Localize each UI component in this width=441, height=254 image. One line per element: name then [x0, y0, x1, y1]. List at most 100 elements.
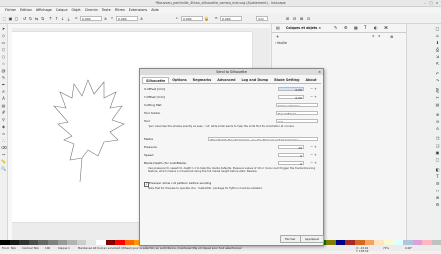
menu-extensions[interactable]: Extensions — [129, 7, 147, 13]
unit-select[interactable]: mm — [256, 16, 268, 21]
scale-corners-icon[interactable]: ⊟ — [292, 16, 297, 21]
zoom-value[interactable]: 71% — [383, 245, 389, 251]
zoom-drawing-icon[interactable]: ⊖ — [435, 119, 440, 124]
menu-texte[interactable]: Texte — [102, 7, 111, 13]
yoffset-input[interactable]: 0.00 — [278, 94, 304, 100]
apply-button[interactable]: Appliquer — [300, 235, 325, 243]
layer-row[interactable]: › feuille — [275, 41, 403, 46]
measure-tool-icon[interactable]: 📏 — [1, 159, 6, 164]
zoom-tool-icon[interactable]: 🔍 — [1, 166, 6, 171]
zoom-selection-icon[interactable]: ⊕ — [435, 112, 440, 117]
stroke-value[interactable]: N/A — [34, 245, 39, 251]
delete-layer-icon[interactable]: ⊗ — [390, 34, 393, 39]
x-input[interactable]: 0.000 — [80, 16, 102, 21]
layer-down-icon[interactable]: ∨ — [378, 34, 381, 38]
paint-bucket-icon[interactable]: ◈ — [1, 124, 6, 129]
redo-icon[interactable]: ↷ — [435, 78, 440, 83]
menu-chemin[interactable]: Chemin — [85, 7, 98, 13]
close-icon[interactable]: × — [435, 1, 439, 5]
menu-affichage[interactable]: Affichage — [36, 7, 52, 13]
align-tab-icon[interactable]: ▦ — [354, 25, 358, 30]
pen-tool-icon[interactable]: ✒ — [1, 82, 6, 87]
xoffset-input[interactable]: 0.00 — [278, 86, 304, 92]
speed-stepper[interactable]: −+ — [310, 152, 318, 158]
menu-filtres[interactable]: Filtres — [115, 7, 125, 13]
dropper-tool-icon[interactable]: ⚲ — [1, 117, 6, 122]
opacity-value[interactable]: 100 — [45, 245, 50, 251]
tool-select[interactable]: Cut — [276, 118, 318, 123]
pencil-tool-icon[interactable]: ✎ — [1, 75, 6, 80]
rotate-ccw-icon[interactable]: ↺ — [22, 16, 27, 21]
dialog-close-icon[interactable]: × — [318, 70, 321, 74]
maximize-icon[interactable]: □ — [429, 1, 433, 5]
speed-input[interactable]: 0 — [278, 152, 304, 158]
save-icon[interactable]: ⬇ — [435, 40, 440, 45]
yoffset-stepper[interactable]: −+ — [310, 94, 318, 100]
zoom-page-icon[interactable]: ⊙ — [435, 126, 440, 131]
blade-depth-stepper[interactable]: −+ — [310, 160, 318, 166]
panel-menu-icon[interactable]: ▤ — [276, 25, 280, 30]
raise-top-icon[interactable]: ⤒ — [48, 16, 53, 21]
layers-icon[interactable]: ☰ — [435, 181, 440, 186]
lower-bottom-icon[interactable]: ⤓ — [66, 16, 71, 21]
menu-edition[interactable]: Édition — [20, 7, 32, 13]
rotation-value[interactable]: 0.00° — [405, 245, 412, 251]
mesh-tool-icon[interactable]: # — [1, 110, 6, 115]
clone-icon[interactable]: ❏ — [435, 143, 440, 148]
undo-icon[interactable]: ↶ — [435, 71, 440, 76]
layer-indicator[interactable]: Calque 1 — [58, 245, 70, 251]
lower-icon[interactable]: ↓ — [60, 16, 65, 21]
transform-tab-icon[interactable]: ⚙ — [344, 25, 348, 30]
copy-icon[interactable]: ⎘ — [435, 88, 440, 93]
y-stepper[interactable]: ± — [139, 16, 144, 21]
w-input[interactable]: 0.000 — [181, 16, 203, 21]
print-icon[interactable]: ⎙ — [435, 47, 440, 52]
tool-holder-select[interactable]: Tool (left tool) — [276, 110, 318, 115]
menu-fichier[interactable]: Fichier — [5, 7, 16, 13]
rectangle-tool-icon[interactable]: ▭ — [1, 40, 6, 45]
fill-stroke-icon[interactable]: ◧ — [435, 167, 440, 172]
close-button[interactable]: Fermer — [280, 235, 301, 243]
symbols-tab-icon[interactable]: ◐ — [374, 25, 378, 30]
node-tool-icon[interactable]: ◇ — [1, 33, 6, 38]
menu-objet[interactable]: Objet — [72, 7, 81, 13]
select-all-icon[interactable]: ⬚ — [2, 16, 7, 21]
select-all-layers-icon[interactable]: ▣ — [8, 16, 13, 21]
move-patterns-icon[interactable]: ⊡ — [306, 16, 311, 21]
media-select[interactable]: (Pen) Sketch Pen (All Cameo), use also P… — [208, 136, 318, 141]
lock-ratio-icon[interactable]: 🔒 — [204, 16, 209, 21]
menu-aide[interactable]: Aide — [151, 7, 159, 13]
paste-icon[interactable]: ▤ — [435, 102, 440, 107]
layer-up-icon[interactable]: ∧ — [372, 34, 375, 38]
text-tool-icon[interactable]: A — [1, 96, 6, 101]
text-tab-icon[interactable]: T — [364, 25, 366, 30]
raise-icon[interactable]: ↑ — [54, 16, 59, 21]
new-doc-icon[interactable]: □ — [435, 26, 440, 31]
tab-layers-objects[interactable]: Calques et objets × — [286, 26, 321, 30]
minimize-icon[interactable]: – — [423, 1, 427, 5]
3d-box-tool-icon[interactable]: ⬡ — [1, 47, 6, 52]
add-layer-icon[interactable]: + — [276, 34, 279, 39]
xml-tab-icon[interactable]: ⌘ — [384, 25, 388, 30]
duplicate-icon[interactable]: ❐ — [435, 136, 440, 141]
spray-tool-icon[interactable]: ∴ — [1, 138, 6, 143]
flip-vertical-icon[interactable]: ⇅ — [40, 16, 45, 21]
pressure-input[interactable]: 10 — [278, 144, 304, 150]
group-icon[interactable]: ▣ — [435, 150, 440, 155]
xml-editor-icon[interactable]: ‹› — [435, 188, 440, 193]
cut-icon[interactable]: ✂ — [435, 95, 440, 100]
gradient-tool-icon[interactable]: ▤ — [1, 103, 6, 108]
y-input[interactable]: 0.000 — [116, 16, 138, 21]
align-distribute-icon[interactable]: ⊞ — [435, 195, 440, 200]
eraser-tool-icon[interactable]: ⌫ — [1, 145, 7, 150]
rotate-cw-icon[interactable]: ↻ — [28, 16, 33, 21]
move-gradients-icon[interactable]: ⊠ — [299, 16, 304, 21]
deselect-icon[interactable]: ◻ — [14, 16, 19, 21]
export-icon[interactable]: ⇱ — [435, 61, 440, 66]
pressure-stepper[interactable]: −+ — [310, 144, 318, 150]
tweak-tool-icon[interactable]: ≈ — [1, 131, 6, 136]
selector-tool-icon[interactable]: ➤ — [1, 26, 6, 31]
ungroup-icon[interactable]: ▢ — [435, 157, 440, 162]
star-tool-icon[interactable]: ☆ — [1, 61, 6, 66]
import-icon[interactable]: ⇲ — [435, 54, 440, 59]
